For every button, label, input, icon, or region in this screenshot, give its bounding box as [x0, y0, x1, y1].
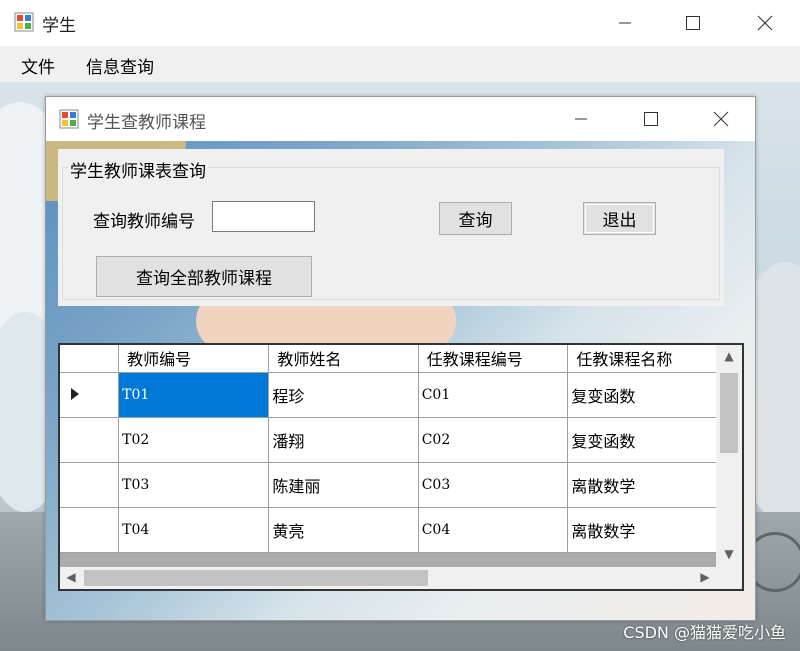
column-header-teacher-id[interactable]: 教师编号 — [118, 345, 270, 373]
cell-teacher-name[interactable]: 陈建丽 — [268, 462, 419, 508]
row-header[interactable] — [60, 462, 120, 508]
menu-bar: 文件 信息查询 — [0, 46, 800, 82]
cell-course-id[interactable]: C02 — [418, 417, 569, 463]
minimize-icon — [619, 22, 631, 24]
maximize-icon — [644, 112, 658, 126]
main-window-title: 学生 — [42, 16, 76, 36]
maximize-button[interactable] — [670, 0, 716, 46]
scroll-up-icon[interactable]: ▲ — [720, 349, 738, 363]
app-icon — [14, 12, 34, 32]
main-window-titlebar: 学生 — [0, 0, 800, 46]
table-row[interactable]: T02 潘翔 C02 复变函数 — [60, 417, 718, 463]
scrollbar-corner — [716, 567, 742, 589]
child-close-button[interactable] — [698, 97, 744, 141]
teacher-course-window: 学生查教师课程 学生教师课表查询 查询教师编号 查询 退出 查询全部教师课程 教… — [45, 96, 756, 621]
query-groupbox: 学生教师课表查询 查询教师编号 查询 退出 查询全部教师课程 — [58, 149, 724, 306]
teacher-id-label: 查询教师编号 — [93, 212, 195, 232]
scroll-right-icon[interactable]: ▶ — [696, 570, 714, 584]
child-window-title: 学生查教师课程 — [87, 113, 206, 133]
row-header[interactable] — [60, 507, 120, 553]
child-window-client: 学生教师课表查询 查询教师编号 查询 退出 查询全部教师课程 教师编号 教师姓名… — [46, 141, 755, 620]
cell-teacher-id[interactable]: T02 — [118, 417, 270, 463]
child-window-titlebar: 学生查教师课程 — [46, 97, 755, 141]
row-header[interactable] — [60, 417, 120, 463]
column-header-course-id[interactable]: 任教课程编号 — [418, 345, 569, 373]
grid-viewport: 教师编号 教师姓名 任教课程编号 任教课程名称 T01 程珍 C01 复变函数 — [60, 345, 718, 567]
horizontal-scroll-thumb[interactable] — [84, 570, 428, 586]
cell-course-id[interactable]: C03 — [418, 462, 569, 508]
scroll-down-icon[interactable]: ▼ — [720, 547, 738, 561]
table-row[interactable]: T03 陈建丽 C03 离散数学 — [60, 462, 718, 508]
cell-course-name[interactable]: 复变函数 — [567, 372, 718, 418]
current-row-arrow-icon — [71, 388, 79, 400]
menu-file[interactable]: 文件 — [21, 53, 55, 78]
menu-info-query[interactable]: 信息查询 — [86, 53, 154, 78]
vertical-scrollbar[interactable]: ▲ ▼ — [716, 345, 742, 567]
table-header-row: 教师编号 教师姓名 任教课程编号 任教课程名称 — [60, 345, 718, 373]
cell-teacher-id[interactable]: T01 — [118, 372, 270, 418]
scroll-left-icon[interactable]: ◀ — [62, 570, 80, 584]
teacher-id-input[interactable] — [212, 201, 315, 232]
cell-teacher-id[interactable]: T04 — [118, 507, 270, 553]
exit-button[interactable]: 退出 — [583, 202, 656, 235]
row-header[interactable] — [60, 372, 120, 418]
maximize-icon — [686, 16, 700, 30]
cell-course-id[interactable]: C01 — [418, 372, 569, 418]
cell-course-name[interactable]: 离散数学 — [567, 462, 718, 508]
cell-course-id[interactable]: C04 — [418, 507, 569, 553]
cell-teacher-name[interactable]: 程珍 — [268, 372, 419, 418]
cell-teacher-id[interactable]: T03 — [118, 462, 270, 508]
column-header-course-name[interactable]: 任教课程名称 — [567, 345, 718, 373]
query-all-button[interactable]: 查询全部教师课程 — [96, 256, 312, 297]
table-row[interactable]: T01 程珍 C01 复变函数 — [60, 372, 718, 418]
header-corner[interactable] — [60, 345, 120, 373]
child-minimize-button[interactable] — [558, 97, 604, 141]
groupbox-title: 学生教师课表查询 — [68, 157, 208, 182]
course-data-grid[interactable]: 教师编号 教师姓名 任教课程编号 任教课程名称 T01 程珍 C01 复变函数 — [58, 343, 744, 591]
course-table: 教师编号 教师姓名 任教课程编号 任教课程名称 T01 程珍 C01 复变函数 — [60, 345, 718, 553]
horizontal-scrollbar[interactable]: ◀ ▶ — [60, 567, 718, 589]
table-row[interactable]: T04 黄亮 C04 离散数学 — [60, 507, 718, 553]
app-icon — [59, 109, 79, 129]
cell-course-name[interactable]: 离散数学 — [567, 507, 718, 553]
vertical-scroll-thumb[interactable] — [720, 373, 738, 453]
minimize-button[interactable] — [602, 0, 648, 46]
close-icon — [757, 15, 773, 31]
cell-teacher-name[interactable]: 潘翔 — [268, 417, 419, 463]
close-button[interactable] — [742, 0, 788, 46]
column-header-teacher-name[interactable]: 教师姓名 — [268, 345, 419, 373]
minimize-icon — [575, 118, 587, 120]
close-icon — [713, 111, 729, 127]
query-button[interactable]: 查询 — [439, 202, 512, 235]
csdn-watermark: CSDN @猫猫爱吃小鱼 — [623, 623, 786, 642]
cell-course-name[interactable]: 复变函数 — [567, 417, 718, 463]
child-maximize-button[interactable] — [628, 97, 674, 141]
cell-teacher-name[interactable]: 黄亮 — [268, 507, 419, 553]
